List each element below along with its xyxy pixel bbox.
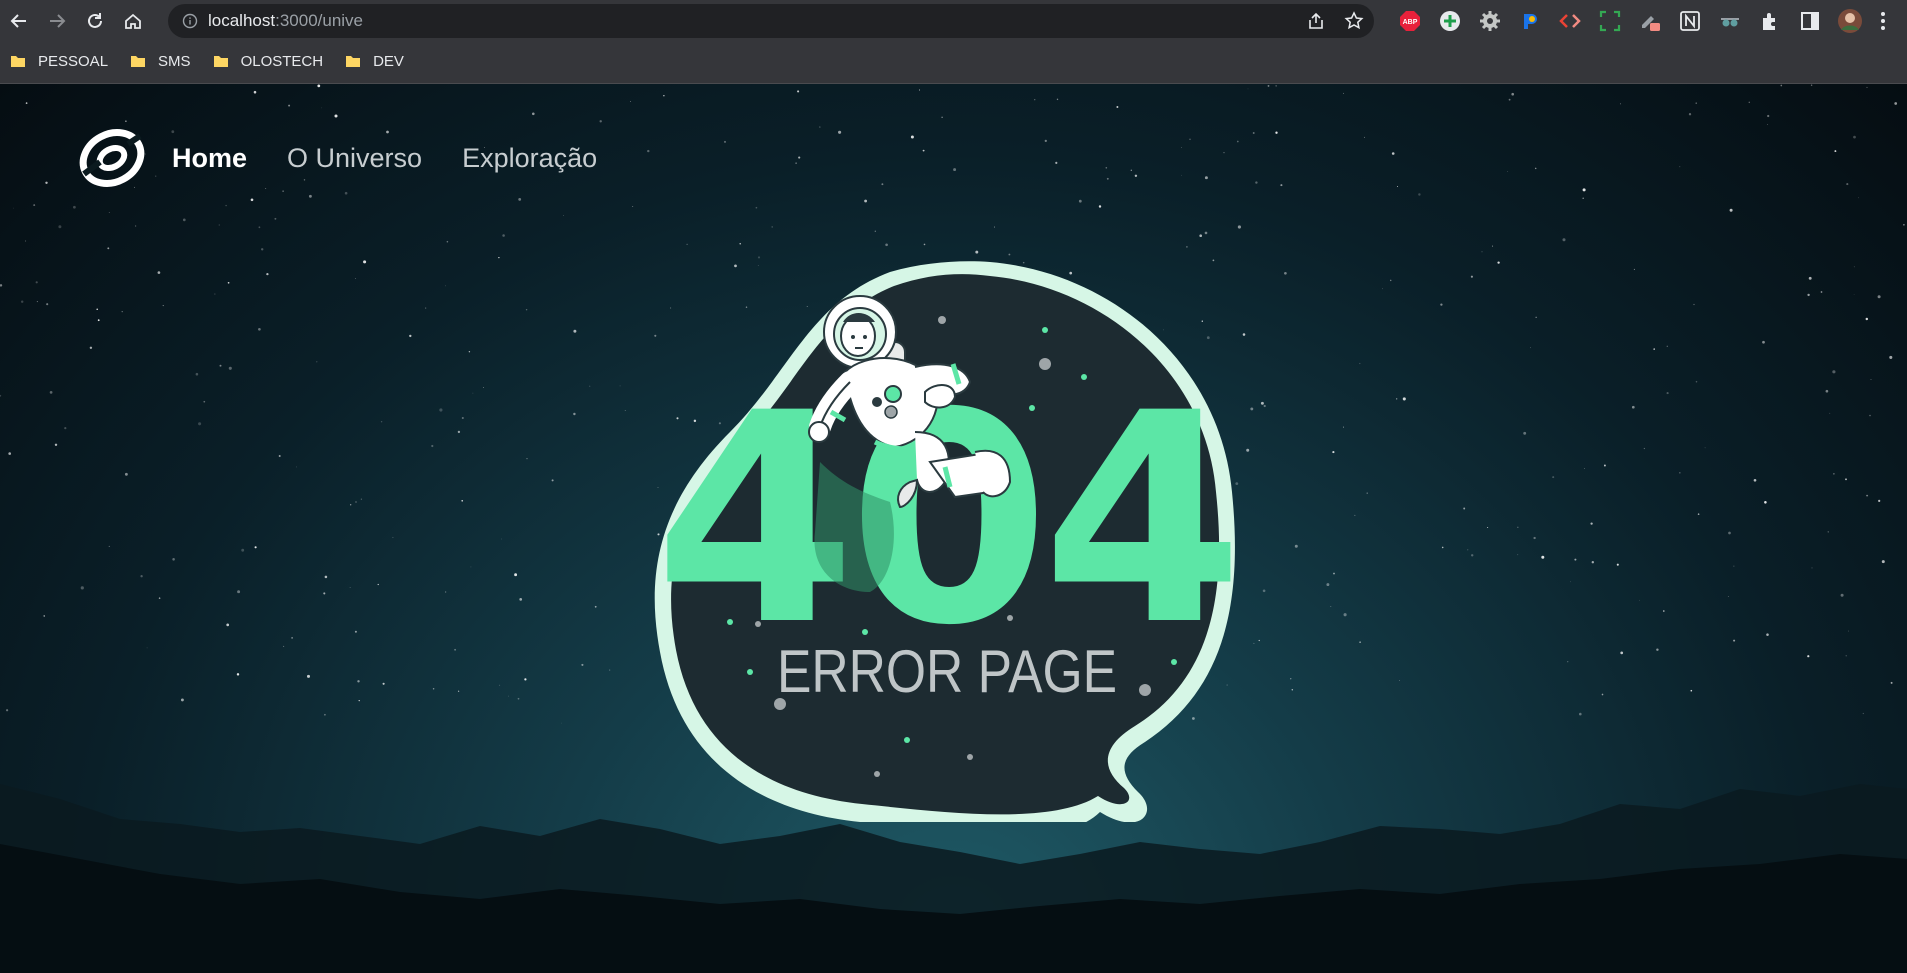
profile-button[interactable] (1830, 4, 1870, 38)
url-text[interactable]: localhost:3000/unive (208, 11, 363, 31)
extension-blue-icon (1524, 14, 1537, 29)
abp-icon: ABP (1400, 11, 1420, 31)
url-path: :3000/unive (275, 11, 364, 30)
forward-arrow-icon (50, 14, 66, 28)
page-viewport: Home O Universo Exploração 404 ERROR PAG… (0, 84, 1907, 973)
nav-link-home[interactable]: Home (172, 143, 247, 174)
bookmark-folder[interactable]: DEV (345, 53, 404, 70)
home-button[interactable] (114, 2, 152, 40)
bookmark-label: DEV (373, 52, 404, 70)
back-arrow-icon (10, 14, 26, 28)
sidebar-icon (1801, 12, 1819, 30)
forward-button[interactable] (38, 2, 76, 40)
kebab-menu-icon (1881, 12, 1885, 30)
side-panel-button[interactable] (1790, 4, 1830, 38)
error-caption-text: ERROR PAGE (777, 637, 1117, 705)
spy-extension[interactable] (1710, 4, 1750, 38)
nav-link-universo[interactable]: O Universo (287, 143, 422, 174)
bookmarks-bar: PESSOAL SMS OLOSTECH DEV (0, 44, 416, 78)
error-404-illustration: 404 ERROR PAGE (654, 261, 1244, 822)
blue-extension[interactable] (1510, 4, 1550, 38)
site-logo-icon[interactable] (78, 128, 146, 188)
pen-icon (1642, 16, 1660, 31)
profile-avatar (1838, 9, 1862, 33)
svg-text:ABP: ABP (1403, 19, 1418, 26)
site-info-icon[interactable] (182, 13, 198, 29)
pen-extension[interactable] (1630, 4, 1670, 38)
nav-link-exploracao[interactable]: Exploração (462, 143, 597, 174)
url-host: localhost (208, 11, 276, 30)
plus-circle-icon (1440, 11, 1460, 31)
bookmark-folder[interactable]: OLOSTECH (213, 52, 324, 70)
bookmark-label: PESSOAL (38, 52, 109, 70)
bookmark-folder[interactable]: PESSOAL (10, 53, 108, 70)
gear-icon (1480, 11, 1500, 31)
bookmark-folder[interactable]: SMS (130, 53, 191, 70)
bookmark-label: OLOSTECH (240, 52, 324, 70)
browser-menu-button[interactable] (1870, 4, 1896, 38)
extensions-bar: ABP (1390, 4, 1896, 38)
address-bar[interactable]: localhost:3000/unive (168, 4, 1374, 38)
screen-capture-icon (1599, 10, 1621, 32)
folder-icon (346, 56, 361, 67)
bookmark-label: SMS (158, 52, 191, 70)
reload-button[interactable] (76, 2, 114, 40)
folder-icon (213, 56, 228, 67)
omnibox-actions (1306, 4, 1364, 38)
reload-icon (88, 13, 102, 28)
notion-extension[interactable] (1670, 4, 1710, 38)
capture-extension[interactable] (1590, 4, 1630, 38)
gear-extension[interactable] (1470, 4, 1510, 38)
browser-chrome: localhost:3000/unive ABP PESSOAL SMS OLO… (0, 0, 1907, 84)
plus-extension[interactable] (1430, 4, 1470, 38)
code-extension[interactable] (1550, 4, 1590, 38)
puzzle-icon (1763, 13, 1775, 30)
back-button[interactable] (0, 2, 38, 40)
folder-icon (11, 56, 25, 67)
notion-icon (1680, 11, 1700, 31)
extensions-menu[interactable] (1750, 4, 1790, 38)
share-icon[interactable] (1306, 11, 1326, 31)
spy-icon (1721, 18, 1739, 27)
home-icon (125, 13, 141, 29)
code-brackets-icon (1559, 14, 1581, 28)
abp-extension[interactable]: ABP (1390, 4, 1430, 38)
main-nav: Home O Universo Exploração (78, 128, 637, 188)
bookmark-star-icon[interactable] (1344, 11, 1364, 31)
folder-icon (131, 56, 146, 67)
